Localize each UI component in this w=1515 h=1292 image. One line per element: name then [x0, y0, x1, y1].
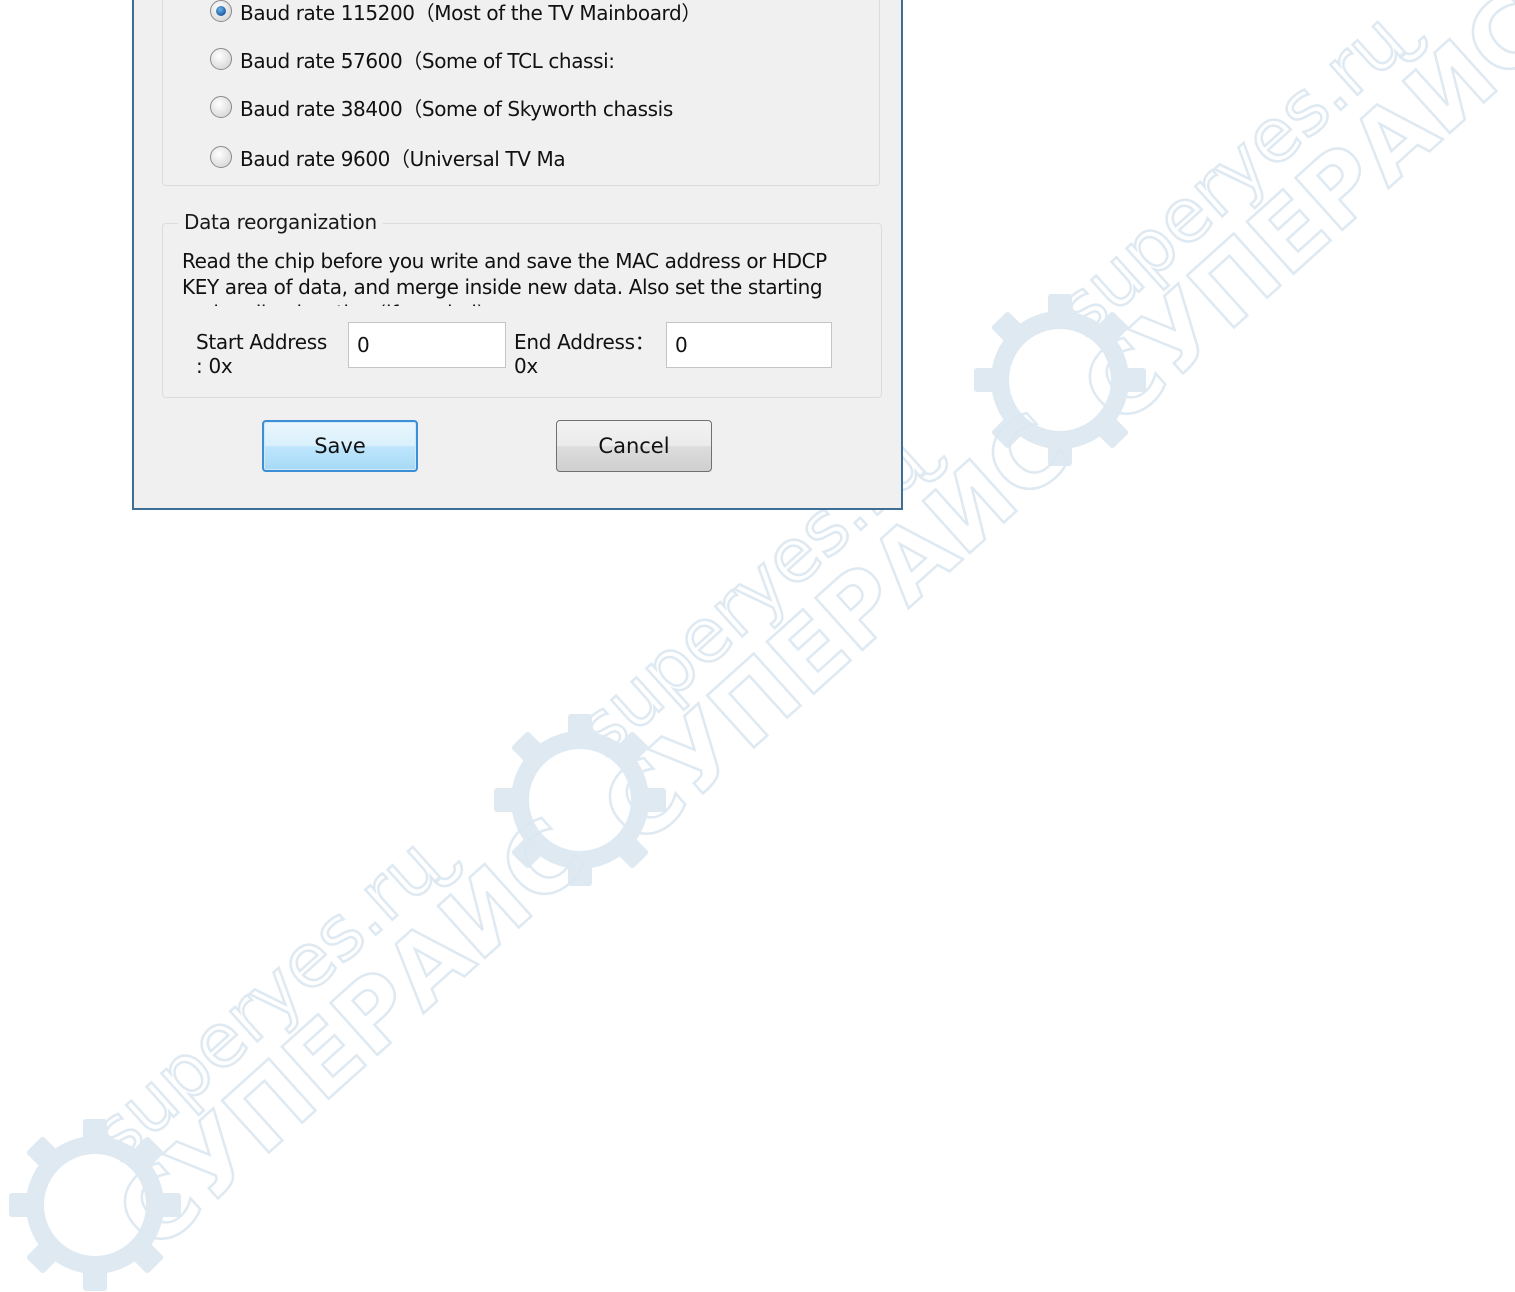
watermark-line-1: superyes.ru — [74, 822, 456, 1178]
watermark-line-2: СУПЕРАЙС — [1060, 0, 1515, 447]
gear-icon — [9, 1119, 181, 1291]
radio-unchecked-icon[interactable] — [210, 96, 232, 118]
radio-label: Baud rate 38400（Some of Skyworth chassis — [240, 96, 673, 121]
radio-baud-9600[interactable]: Baud rate 9600（Universal TV Ma — [210, 142, 566, 172]
start-address-label: Start Address : 0x — [196, 330, 327, 378]
cancel-button[interactable]: Cancel — [556, 420, 712, 472]
reorganization-description: Read the chip before you write and save … — [182, 249, 827, 306]
start-address-input[interactable] — [348, 322, 506, 368]
radio-baud-38400[interactable]: Baud rate 38400（Some of Skyworth chassis — [210, 92, 673, 122]
save-button[interactable]: Save — [262, 420, 418, 472]
radio-checked-icon[interactable] — [210, 0, 232, 22]
watermark-line-1: superyes.ru — [1039, 0, 1421, 353]
watermark-line-2: СУПЕРАЙС — [95, 796, 606, 1272]
radio-baud-115200[interactable]: Baud rate 115200（Most of the TV Mainboar… — [210, 0, 701, 26]
gear-icon — [974, 294, 1146, 466]
radio-unchecked-icon[interactable] — [210, 48, 232, 70]
radio-label: Baud rate 57600（Some of TCL chassi: — [240, 48, 615, 73]
radio-label: Baud rate 9600（Universal TV Ma — [240, 146, 566, 171]
radio-label: Baud rate 115200（Most of the TV Mainboar… — [240, 0, 701, 25]
radio-baud-57600[interactable]: Baud rate 57600（Some of TCL chassi: — [210, 44, 615, 74]
watermark-mark-1: superyes.ru СУПЕРАЙС — [974, 0, 1515, 466]
group-legend: Data reorganization — [178, 210, 383, 234]
end-address-label: End Address： 0x — [514, 330, 655, 378]
radio-unchecked-icon[interactable] — [210, 146, 232, 168]
end-address-input[interactable] — [666, 322, 832, 368]
gear-icon — [494, 714, 666, 886]
watermark-mark-3: superyes.ru СУПЕРАЙС — [9, 795, 607, 1291]
settings-dialog: Baud rate 115200（Most of the TV Mainboar… — [132, 0, 903, 510]
